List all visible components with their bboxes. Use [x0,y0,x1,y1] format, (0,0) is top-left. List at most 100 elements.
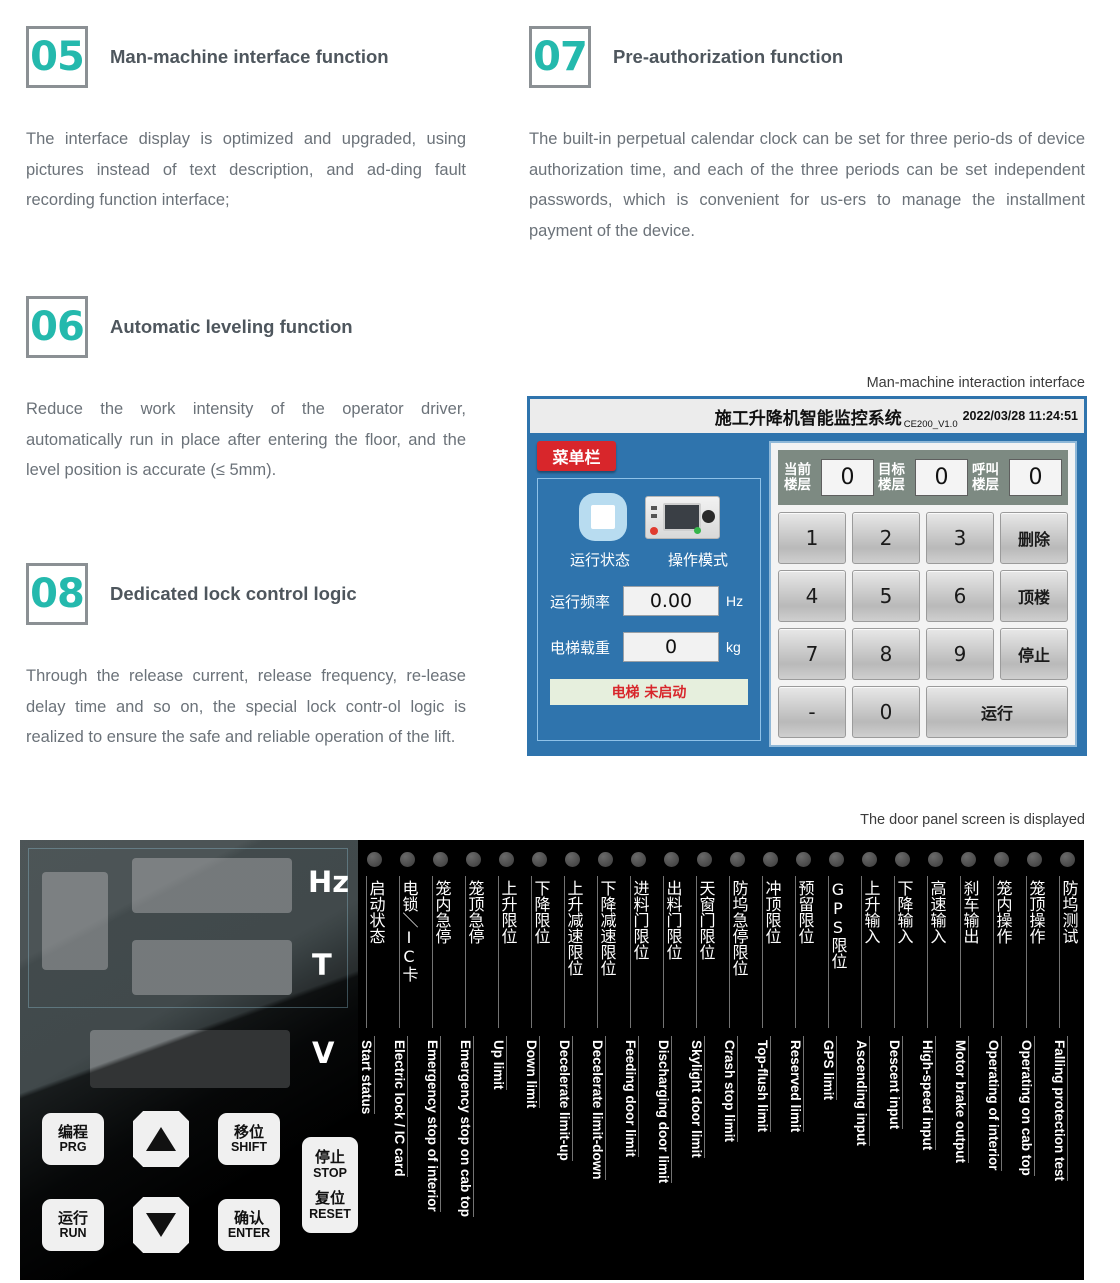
indicator-en-label: Descent input [887,1036,903,1130]
indicator-en-cell: Reserved limit [787,1036,820,1276]
hmi-screen: 施工升降机智能监控系统 CE200_V1.0 2022/03/28 11:24:… [527,396,1087,756]
led-cell [655,848,688,870]
keypad-key-4[interactable]: 4 [778,570,846,622]
enter-button-cn: 确认 [233,1208,264,1227]
keypad-key-停止[interactable]: 停止 [1000,628,1068,680]
led-indicator-icon [367,851,382,867]
keypad-key-0[interactable]: 0 [852,686,920,738]
indicator-en-cell: Operating on cab top [1018,1036,1051,1276]
current-floor-value: 0 [821,459,874,496]
frequency-display [132,858,292,913]
indicator-cn-cell: 下降减速限位 [589,876,622,1028]
floor-display-bar: 当前楼层 0 目标楼层 0 呼叫楼层 0 [778,450,1068,505]
current-floor-label: 当前楼层 [784,462,811,493]
hmi-body: 菜单栏 运行状态 操作模式 运行频率 0.00 Hz 电梯载重 0 kg 电梯 … [530,433,1084,756]
load-value[interactable]: 0 [623,632,719,662]
keypad-key-3[interactable]: 3 [926,512,994,564]
keypad-key-6[interactable]: 6 [926,570,994,622]
up-arrow-icon [146,1127,176,1151]
led-cell [1051,848,1084,870]
led-indicator-icon [928,851,943,867]
keypad-key-9[interactable]: 9 [926,628,994,680]
hmi-titlebar: 施工升降机智能监控系统 CE200_V1.0 2022/03/28 11:24:… [530,399,1084,433]
down-arrow-button[interactable] [133,1197,189,1253]
reset-button-en: RESET [309,1206,351,1221]
indicator-cn-cell: 笼内操作 [985,876,1018,1028]
indicator-en-label: Reserved limit [788,1036,804,1133]
led-indicator-icon [664,851,679,867]
led-cell [358,848,391,870]
indicator-cn-cell: 上升输入 [853,876,886,1028]
target-floor-value: 0 [915,459,968,496]
led-indicator-icon [994,851,1009,867]
feature-number-badge: 08 [26,563,88,625]
led-indicator-icon [1027,851,1042,867]
keypad-key-删除[interactable]: 删除 [1000,512,1068,564]
v-unit-label: V [312,1036,335,1070]
led-indicator-icon [565,851,580,867]
operation-mode-label: 操作模式 [667,551,728,569]
indicator-en-cell: Top-flush limit [754,1036,787,1276]
keypad-key-5[interactable]: 5 [852,570,920,622]
run-button[interactable]: 运行 RUN [42,1199,104,1251]
led-cell [886,848,919,870]
target-floor-item: 目标楼层 0 [878,459,968,496]
indicator-cn-label: 笼顶急停 [464,876,484,1028]
hmi-left-column: 菜单栏 运行状态 操作模式 运行频率 0.00 Hz 电梯载重 0 kg 电梯 … [537,441,761,747]
feature-block-08: 08 Dedicated lock control logic Through … [26,563,466,753]
indicator-cn-label: 下降减速限位 [596,876,616,1028]
indicator-cn-cell: 高速输入 [919,876,952,1028]
indicator-en-label: Emergency stop of interior [425,1036,441,1212]
door-panel-caption: The door panel screen is displayed [860,812,1085,828]
led-cell [754,848,787,870]
indicator-cn-label: 天窗门限位 [695,876,715,1028]
indicator-cn-cell: 笼顶急停 [457,876,490,1028]
led-cell [853,848,886,870]
stop-reset-button[interactable]: 停止 STOP 复位 RESET [302,1137,358,1233]
led-indicator-icon [598,851,613,867]
indicator-en-label: Electric lock / IC card [392,1036,408,1177]
status-card: 运行状态 操作模式 运行频率 0.00 Hz 电梯载重 0 kg 电梯 未启动 [537,478,761,741]
keypad-key-8[interactable]: 8 [852,628,920,680]
indicator-display-small [42,872,108,970]
led-cell [820,848,853,870]
led-indicator-icon [862,851,877,867]
shift-button-en: SHIFT [230,1140,268,1155]
indicator-cn-label: GPS限位 [827,876,847,1028]
frequency-value[interactable]: 0.00 [623,586,719,616]
indicator-cn-label: 笼内操作 [992,876,1012,1028]
keypad-key-2[interactable]: 2 [852,512,920,564]
keypad-key-顶楼[interactable]: 顶楼 [1000,570,1068,622]
indicator-en-label: Down limit [524,1036,540,1109]
menu-bar-button[interactable]: 菜单栏 [537,441,616,471]
indicator-en-cell: GPS limit [820,1036,853,1276]
prg-button[interactable]: 编程 PRG [42,1113,104,1165]
feature-block-07: 07 Pre-authorization function The built-… [529,26,1085,246]
indicator-cn-cell: 冲顶限位 [754,876,787,1028]
indicator-en-label: Emergency stop on cab top [458,1036,474,1218]
keypad-key-1[interactable]: 1 [778,512,846,564]
keypad-buttons: 编程 PRG 运行 RUN 移位 SHIFT 确认 ENTER 停止 STOP … [30,1105,360,1270]
hmi-title: 施工升降机智能监控系统 [714,408,902,429]
keypad-key--[interactable]: - [778,686,846,738]
led-indicator-icon [400,851,415,867]
feature-title: Dedicated lock control logic [110,583,357,604]
indicator-en-cell: Feeding door limit [622,1036,655,1276]
keypad-key-运行[interactable]: 运行 [926,686,1068,738]
feature-title: Man-machine interface function [110,46,389,67]
shift-button[interactable]: 移位 SHIFT [218,1113,280,1165]
indicator-cn-label: 上升限位 [497,876,517,1028]
indicator-en-label: GPS limit [821,1036,837,1101]
indicator-en-label: Operating of interior [986,1036,1002,1171]
indicator-cn-label: 启动状态 [365,876,385,1028]
keypad-key-7[interactable]: 7 [778,628,846,680]
indicator-cn-cell: 下降输入 [886,876,919,1028]
up-arrow-button[interactable] [133,1111,189,1167]
led-cell [424,848,457,870]
t-unit-label: T [312,948,332,982]
led-cell [787,848,820,870]
hmi-right-column: 当前楼层 0 目标楼层 0 呼叫楼层 0 1 2 3 删除 4 5 6 顶楼 7 8 9 停止 -0 运行 [769,441,1077,747]
indicator-en-label: Up limit [491,1036,507,1090]
enter-button[interactable]: 确认 ENTER [218,1199,280,1251]
feature-number-badge: 07 [529,26,591,88]
